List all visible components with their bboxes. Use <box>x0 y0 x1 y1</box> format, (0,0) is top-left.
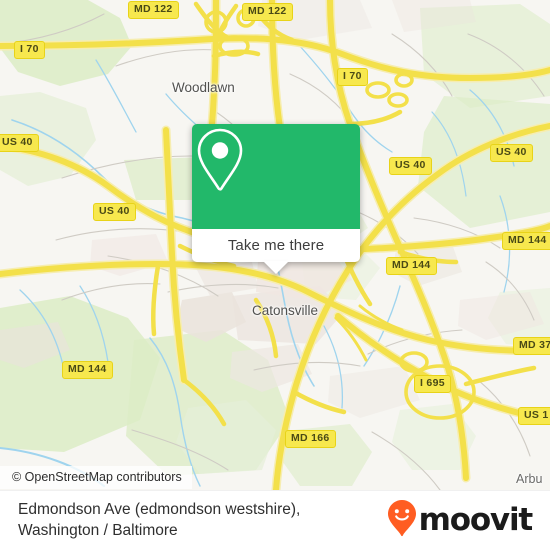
road-shield: MD 166 <box>285 430 336 448</box>
map-canvas[interactable]: .rdmaj{stroke:#f3e04a;stroke-linecap:rou… <box>0 0 550 490</box>
place-label-arbutus: Arbu <box>516 472 543 486</box>
location-title-line1: Edmondson Ave (edmondson westshire), <box>18 501 301 518</box>
footer-bar: Edmondson Ave (edmondson westshire), Was… <box>0 490 550 550</box>
road-shield: MD 122 <box>242 3 293 21</box>
take-me-there-popup[interactable]: Take me there <box>192 124 360 274</box>
road-shield: I 70 <box>337 68 368 86</box>
popup-pointer <box>263 261 289 274</box>
road-shield: MD 144 <box>62 361 113 379</box>
road-shield: US 40 <box>389 157 432 175</box>
moovit-smiley-pin-icon <box>387 499 417 542</box>
moovit-wordmark: moovit <box>418 502 534 538</box>
location-title: Edmondson Ave (edmondson westshire), Was… <box>18 499 300 541</box>
road-shield: MD 144 <box>502 232 550 250</box>
road-shield: US 40 <box>0 134 39 152</box>
road-shield: US 40 <box>93 203 136 221</box>
take-me-there-label: Take me there <box>227 237 325 254</box>
place-label-catonsville: Catonsville <box>252 303 319 318</box>
take-me-there-button[interactable]: Take me there <box>192 229 360 274</box>
road-shield: MD 144 <box>386 257 437 275</box>
road-shield: I 70 <box>14 41 45 59</box>
road-shield: MD 372 <box>513 337 550 355</box>
moovit-logo[interactable]: moovit <box>387 499 534 542</box>
road-shield: I 695 <box>414 375 451 393</box>
road-shield: US 40 <box>490 144 533 162</box>
place-label-woodlawn: Woodlawn <box>172 80 235 95</box>
road-shield: US 1 <box>518 407 550 425</box>
osm-attribution[interactable]: © OpenStreetMap contributors <box>0 466 192 489</box>
road-shield: MD 122 <box>128 1 179 19</box>
popup-icon-area <box>192 124 360 229</box>
location-title-line2: Washington / Baltimore <box>18 522 178 539</box>
moovit-map-screenshot: .rdmaj{stroke:#f3e04a;stroke-linecap:rou… <box>0 0 550 550</box>
